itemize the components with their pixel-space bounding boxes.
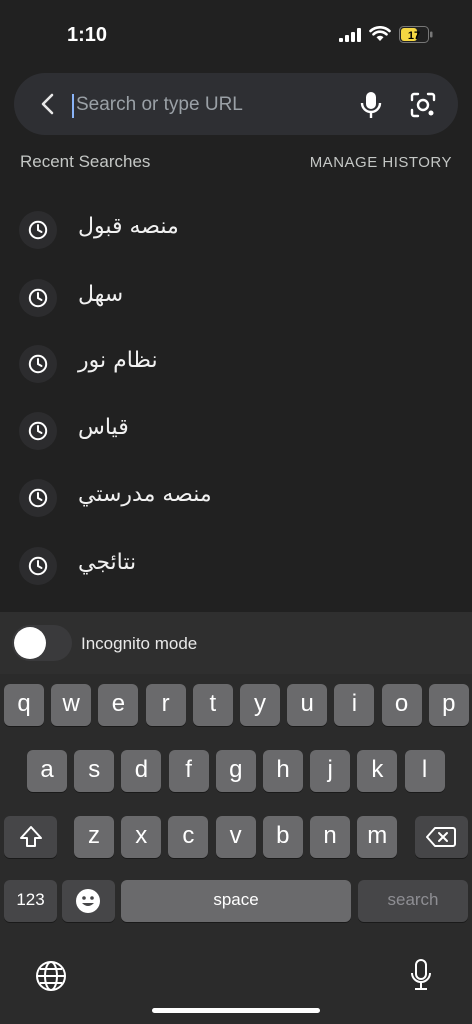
clock-icon	[28, 421, 48, 441]
clock-icon-container	[19, 412, 57, 450]
key-e[interactable]: e	[98, 684, 139, 726]
clock-icon-container	[19, 279, 57, 317]
key-y[interactable]: y	[240, 684, 280, 726]
key-d[interactable]: d	[121, 750, 162, 792]
history-item-label: نظام نور	[78, 348, 158, 373]
key-q[interactable]: q	[4, 684, 44, 726]
emoji-key[interactable]	[62, 880, 115, 922]
key-j[interactable]: j	[310, 750, 351, 792]
key-p[interactable]: p	[428, 684, 469, 726]
history-item[interactable]: نظام نور	[0, 334, 472, 394]
toggle-knob	[14, 627, 46, 659]
key-m[interactable]: m	[357, 816, 398, 858]
emoji-icon	[76, 889, 100, 913]
key-s[interactable]: s	[74, 750, 115, 792]
key-h[interactable]: h	[263, 750, 303, 792]
key-g[interactable]: g	[215, 750, 256, 792]
voice-search-icon[interactable]	[358, 91, 384, 119]
dictation-mic-icon[interactable]	[409, 958, 433, 992]
globe-icon[interactable]	[35, 960, 67, 992]
clock-icon	[28, 488, 48, 508]
delete-key[interactable]	[415, 816, 468, 858]
clock-icon-container	[19, 547, 57, 585]
history-item[interactable]: منصه مدرستي	[0, 468, 472, 528]
history-item[interactable]: نتائجي	[0, 536, 472, 596]
wifi-icon	[369, 26, 391, 41]
key-a[interactable]: a	[27, 750, 67, 792]
history-item[interactable]: قياس	[0, 401, 472, 461]
shift-key[interactable]	[4, 816, 57, 858]
clock-icon	[28, 220, 48, 240]
recent-searches-heading: Recent Searches	[20, 152, 151, 171]
clock-icon-container	[19, 211, 57, 249]
space-key[interactable]: space	[121, 880, 351, 922]
history-item[interactable]: سهل	[0, 268, 472, 328]
history-item-label: قياس	[78, 415, 129, 440]
clock-icon-container	[19, 479, 57, 517]
key-l[interactable]: l	[404, 750, 445, 792]
history-item-label: نتائجي	[78, 550, 137, 575]
key-i[interactable]: i	[334, 684, 375, 726]
status-bar: 1:10 17	[0, 0, 472, 70]
battery-icon: 17	[399, 26, 433, 43]
clock-icon	[28, 556, 48, 576]
key-c[interactable]: c	[168, 816, 209, 858]
history-item-label: منصه قبول	[78, 214, 179, 239]
status-time: 1:10	[67, 24, 108, 46]
key-n[interactable]: n	[310, 816, 350, 858]
shift-icon	[20, 826, 42, 847]
history-item-label: سهل	[78, 282, 124, 307]
battery-level: 17	[408, 30, 420, 42]
search-key[interactable]: search	[358, 880, 468, 922]
backspace-icon	[426, 827, 456, 847]
key-o[interactable]: o	[381, 684, 422, 726]
clock-icon	[28, 288, 48, 308]
key-r[interactable]: r	[145, 684, 186, 726]
search-input[interactable]	[74, 87, 338, 123]
key-v[interactable]: v	[215, 816, 256, 858]
back-arrow-icon[interactable]	[36, 91, 62, 117]
incognito-row: Incognito mode	[0, 612, 472, 674]
key-t[interactable]: t	[192, 684, 233, 726]
numbers-key[interactable]: 123	[4, 880, 57, 922]
key-w[interactable]: w	[51, 684, 92, 726]
clock-icon-container	[19, 345, 57, 383]
key-b[interactable]: b	[262, 816, 303, 858]
key-x[interactable]: x	[121, 816, 162, 858]
search-bar	[14, 73, 458, 135]
key-k[interactable]: k	[357, 750, 398, 792]
home-indicator	[152, 1008, 320, 1013]
key-u[interactable]: u	[287, 684, 328, 726]
manage-history-link[interactable]: MANAGE HISTORY	[310, 154, 452, 171]
lens-camera-icon[interactable]	[409, 91, 437, 119]
incognito-toggle[interactable]	[12, 625, 72, 661]
history-item-label: منصه مدرستي	[78, 482, 212, 507]
cellular-signal-icon	[339, 28, 361, 42]
clock-icon	[28, 354, 48, 374]
key-f[interactable]: f	[168, 750, 209, 792]
key-z[interactable]: z	[74, 816, 114, 858]
history-item[interactable]: منصه قبول	[0, 200, 472, 260]
incognito-label: Incognito mode	[81, 634, 198, 653]
